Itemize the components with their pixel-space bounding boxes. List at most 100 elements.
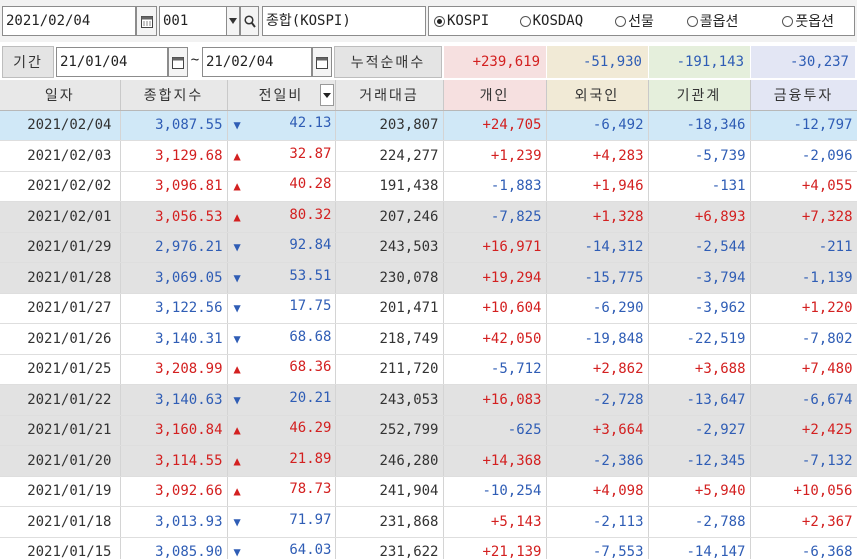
table-row[interactable]: 2021/01/22 3,140.63 ▼ 20.21 243,053 +16,083 -2… [0, 384, 857, 416]
header-individual[interactable]: 개인 [443, 80, 547, 111]
cell-date: 2021/02/02 [0, 171, 121, 202]
radio-put-option[interactable]: 풋옵션 [782, 11, 854, 31]
table-row[interactable]: 2021/02/01 3,056.53 ▲ 80.32 207,246 -7,825 +1,… [0, 201, 857, 233]
cell-trading-value-value: 243,503 [379, 239, 439, 256]
header-foreign[interactable]: 외국인 [546, 80, 649, 111]
cell-individual: -5,712 [443, 354, 547, 385]
cell-individual-value: +16,971 [482, 239, 542, 256]
cell-individual-value: +1,239 [490, 147, 542, 164]
table-row[interactable]: 2021/01/15 3,085.90 ▼ 64.03 231,622 +21,139 -7… [0, 537, 857, 559]
cell-trading-value: 207,246 [335, 201, 444, 233]
investor-trend-table: 일자 종합지수 전일비 거래대금 개인 외국인 기관계 금융투자 2021/02… [0, 80, 857, 559]
cell-trading-value: 230,078 [335, 262, 444, 294]
cell-date-value: 2021/02/03 [27, 147, 112, 164]
table-row[interactable]: 2021/01/26 3,140.31 ▼ 68.68 218,749 +42,050 -1… [0, 323, 857, 355]
cell-foreign-value: -6,492 [592, 117, 644, 134]
radio-label: 풋옵션 [795, 14, 834, 30]
up-triangle-icon: ▲ [233, 484, 241, 499]
radio-dot-put [782, 15, 794, 27]
from-date-input[interactable]: 21/01/04 [56, 47, 168, 77]
period-label: 기간 [2, 46, 54, 78]
cell-institution-value: +5,940 [694, 483, 746, 500]
cell-institution: -14,147 [648, 537, 751, 559]
cell-date: 2021/01/29 [0, 232, 121, 263]
radio-futures[interactable]: 선물 [615, 11, 687, 31]
down-triangle-icon: ▼ [233, 331, 241, 346]
cell-financial-investment: -6,368 [750, 537, 857, 559]
cell-index: 2,976.21 [120, 232, 228, 263]
cell-foreign-value: +1,946 [592, 178, 644, 195]
header-financial-investment[interactable]: 금융투자 [750, 80, 857, 111]
cell-financial-investment-value: -211 [818, 239, 853, 256]
table-row[interactable]: 2021/02/03 3,129.68 ▲ 32.87 224,277 +1,239 +4,… [0, 140, 857, 172]
table-row[interactable]: 2021/01/20 3,114.55 ▲ 21.89 246,280 +14,368 -2… [0, 445, 857, 477]
cell-institution-value: -3,962 [694, 300, 746, 317]
table-row[interactable]: 2021/01/25 3,208.99 ▲ 68.36 211,720 -5,712 +2,… [0, 354, 857, 385]
cell-foreign: -2,728 [546, 384, 649, 416]
cell-date: 2021/01/25 [0, 354, 121, 385]
change-sort-button[interactable] [319, 84, 334, 106]
from-calendar-button[interactable] [168, 47, 188, 77]
radio-kospi[interactable]: KOSPI [434, 13, 520, 29]
cell-foreign-value: +3,664 [592, 422, 644, 439]
table-row[interactable]: 2021/01/27 3,122.56 ▼ 17.75 201,471 +10,604 -6… [0, 293, 857, 324]
header-composite-index[interactable]: 종합지수 [120, 80, 228, 111]
cell-change-value: 46.29 [289, 420, 332, 437]
date-input[interactable]: 2021/02/04 [2, 6, 136, 36]
cell-individual: -10,254 [443, 476, 547, 507]
table-row[interactable]: 2021/02/04 3,087.55 ▼ 42.13 203,807 +24,705 -6… [0, 110, 857, 141]
to-calendar-button[interactable] [312, 47, 332, 77]
sum-institution: -191,143 [648, 46, 750, 78]
cell-trading-value-value: 231,622 [379, 544, 439, 559]
cell-trading-value: 231,868 [335, 506, 444, 538]
table-row[interactable]: 2021/01/18 3,013.93 ▼ 71.97 231,868 +5,143 -2,… [0, 506, 857, 538]
cell-change-value: 53.51 [289, 267, 332, 284]
table-row[interactable]: 2021/01/21 3,160.84 ▲ 46.29 252,799 -625 +3,66… [0, 415, 857, 446]
code-input[interactable]: 001 [159, 6, 227, 36]
cell-foreign: -2,386 [546, 445, 649, 477]
up-triangle-icon: ▲ [233, 453, 241, 468]
cell-index-value: 3,013.93 [155, 513, 223, 530]
cell-date: 2021/01/28 [0, 262, 121, 294]
down-triangle-icon: ▼ [233, 240, 241, 255]
market-name-display: 종합(KOSPI) [262, 6, 426, 36]
calendar-icon [172, 56, 184, 69]
cell-foreign: +4,098 [546, 476, 649, 507]
table-row[interactable]: 2021/01/19 3,092.66 ▲ 78.73 241,904 -10,254 +4… [0, 476, 857, 507]
cell-trading-value-value: 203,807 [379, 117, 439, 134]
up-triangle-icon: ▲ [233, 423, 241, 438]
radio-call-option[interactable]: 콜옵션 [686, 11, 783, 31]
cell-financial-investment-value: +7,328 [801, 208, 853, 225]
header-date[interactable]: 일자 [0, 80, 121, 111]
cell-foreign: +2,862 [546, 354, 649, 385]
cell-change: ▼ 42.13 [227, 110, 336, 141]
calendar-button[interactable] [136, 6, 157, 36]
cell-date-value: 2021/01/21 [27, 422, 112, 439]
cell-individual-value: -1,883 [490, 178, 542, 195]
cell-index: 3,087.55 [120, 110, 228, 141]
cell-foreign-value: -7,553 [592, 544, 644, 559]
code-dropdown-button[interactable] [226, 6, 240, 36]
cell-financial-investment: -7,802 [750, 323, 857, 355]
header-trading-value[interactable]: 거래대금 [335, 80, 444, 111]
table-row[interactable]: 2021/01/28 3,069.05 ▼ 53.51 230,078 +19,294 -1… [0, 262, 857, 294]
radio-kosdaq[interactable]: KOSDAQ [519, 13, 616, 29]
header-institution[interactable]: 기관계 [648, 80, 751, 111]
cell-change: ▲ 40.28 [227, 171, 336, 202]
search-button[interactable] [240, 6, 259, 36]
down-triangle-icon: ▼ [233, 545, 241, 559]
table-row[interactable]: 2021/01/29 2,976.21 ▼ 92.84 243,503 +16,971 -1… [0, 232, 857, 263]
cell-institution-value: -5,739 [694, 147, 746, 164]
header-change[interactable]: 전일비 [227, 80, 336, 111]
to-date-input[interactable]: 21/02/04 [202, 47, 312, 77]
cell-institution-value: +6,893 [694, 208, 746, 225]
cell-foreign: -15,775 [546, 262, 649, 294]
cell-foreign-value: +4,283 [592, 147, 644, 164]
radio-dot-kosdaq [519, 15, 531, 27]
table-row[interactable]: 2021/02/02 3,096.81 ▲ 40.28 191,438 -1,883 +1,… [0, 171, 857, 202]
cell-individual-value: -10,254 [482, 483, 542, 500]
cell-institution-value: -22,519 [686, 330, 746, 347]
cell-trading-value: 243,053 [335, 384, 444, 416]
cell-financial-investment: +7,328 [750, 201, 857, 233]
cell-index-value: 3,114.55 [155, 452, 223, 469]
